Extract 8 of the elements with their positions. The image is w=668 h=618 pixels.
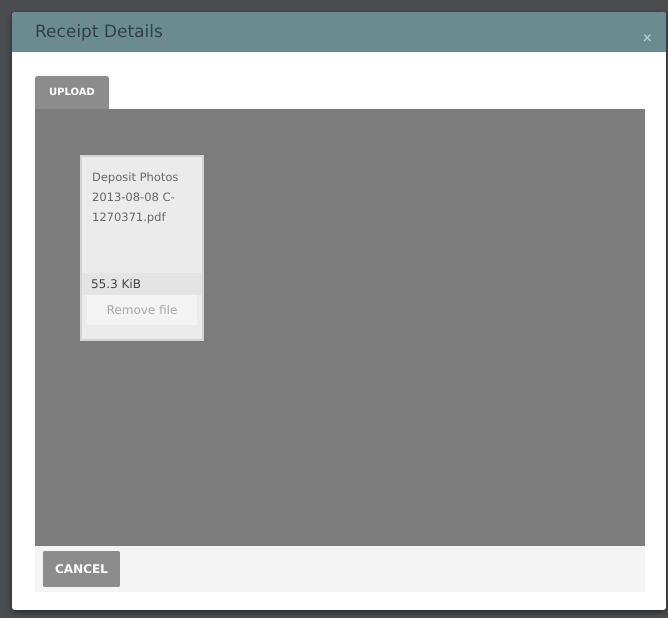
tab[interactable]: UPLOAD [35, 76, 109, 109]
file-size: 55.3 KiB [82, 273, 202, 295]
close-button[interactable]: × [642, 30, 652, 48]
file-name: Deposit Photos 2013-08-08 C-1270371.pdf [91, 169, 180, 226]
cancel-button[interactable]: CANCEL [43, 551, 120, 587]
drop-zone[interactable]: Deposit Photos 2013-08-08 C-1270371.pdf 55.3 KiB Remove file [35, 109, 645, 546]
remove-file-button[interactable]: Remove file [87, 295, 197, 325]
dialog-title: Receipt Details [35, 22, 163, 42]
